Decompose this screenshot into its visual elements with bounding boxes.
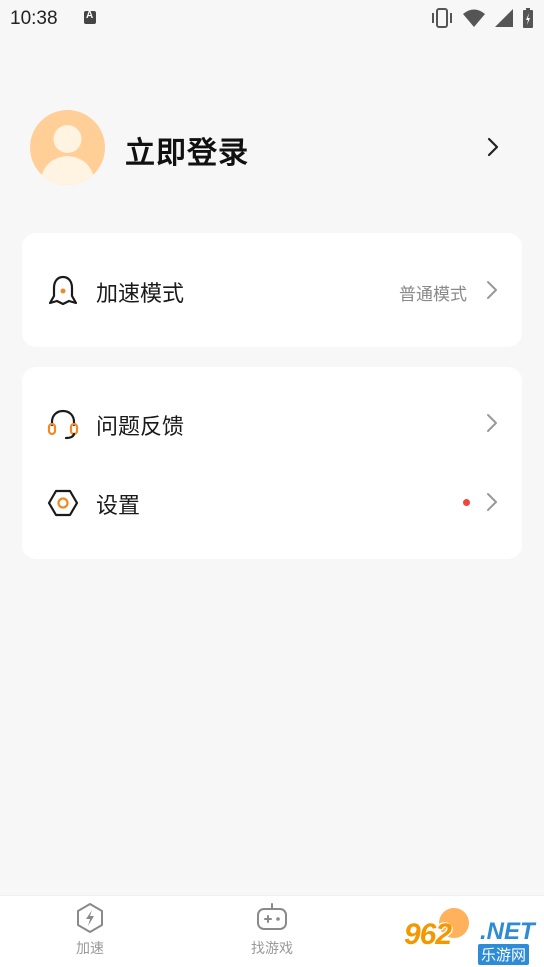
chevron-right-icon [487, 414, 497, 432]
mode-label: 加速模式 [96, 282, 185, 307]
watermark-subtitle: 乐游网 [478, 944, 530, 965]
tab-accelerate[interactable]: 加速 [50, 902, 130, 964]
profile-header[interactable]: 立即登录 [30, 110, 514, 186]
vibrate-icon [432, 8, 452, 28]
feedback-row[interactable]: 问题反馈 [22, 395, 522, 451]
watermark-logo: 962 .NET 乐游网 [404, 918, 540, 965]
watermark-number: 962 [404, 918, 452, 951]
chevron-right-icon [487, 281, 497, 299]
signal-icon [495, 9, 513, 27]
tab-find-games-label: 找游戏 [251, 941, 293, 957]
status-bar: 10:38 [0, 0, 544, 36]
chevron-right-icon [487, 493, 497, 511]
mode-value: 普通模式 [399, 285, 467, 305]
help-card: 问题反馈 设置 [22, 367, 522, 559]
settings-label: 设置 [96, 494, 141, 519]
user-placeholder-icon [40, 125, 95, 185]
wifi-icon [463, 9, 485, 27]
notification-dot [463, 499, 470, 506]
battery-icon [523, 8, 533, 28]
ghost-icon [48, 275, 78, 306]
status-icons [430, 7, 534, 29]
chevron-right-icon [487, 137, 499, 157]
headset-icon [47, 409, 79, 440]
status-time: 10:38 [10, 8, 58, 29]
tab-find-games[interactable]: 找游戏 [232, 902, 312, 964]
feedback-label: 问题反馈 [96, 415, 185, 440]
tab-accelerate-label: 加速 [76, 941, 104, 957]
gamepad-icon [257, 903, 287, 930]
avatar[interactable] [30, 110, 105, 185]
keyboard-indicator-icon [84, 10, 96, 24]
watermark-net: .NET [480, 918, 535, 945]
login-link[interactable]: 立即登录 [125, 128, 249, 172]
settings-hexagon-icon [47, 489, 79, 517]
mode-row[interactable]: 加速模式 普通模式 [22, 262, 522, 318]
settings-row[interactable]: 设置 [22, 474, 522, 530]
lightning-badge-icon [77, 903, 103, 933]
mode-card: 加速模式 普通模式 [22, 252, 522, 328]
